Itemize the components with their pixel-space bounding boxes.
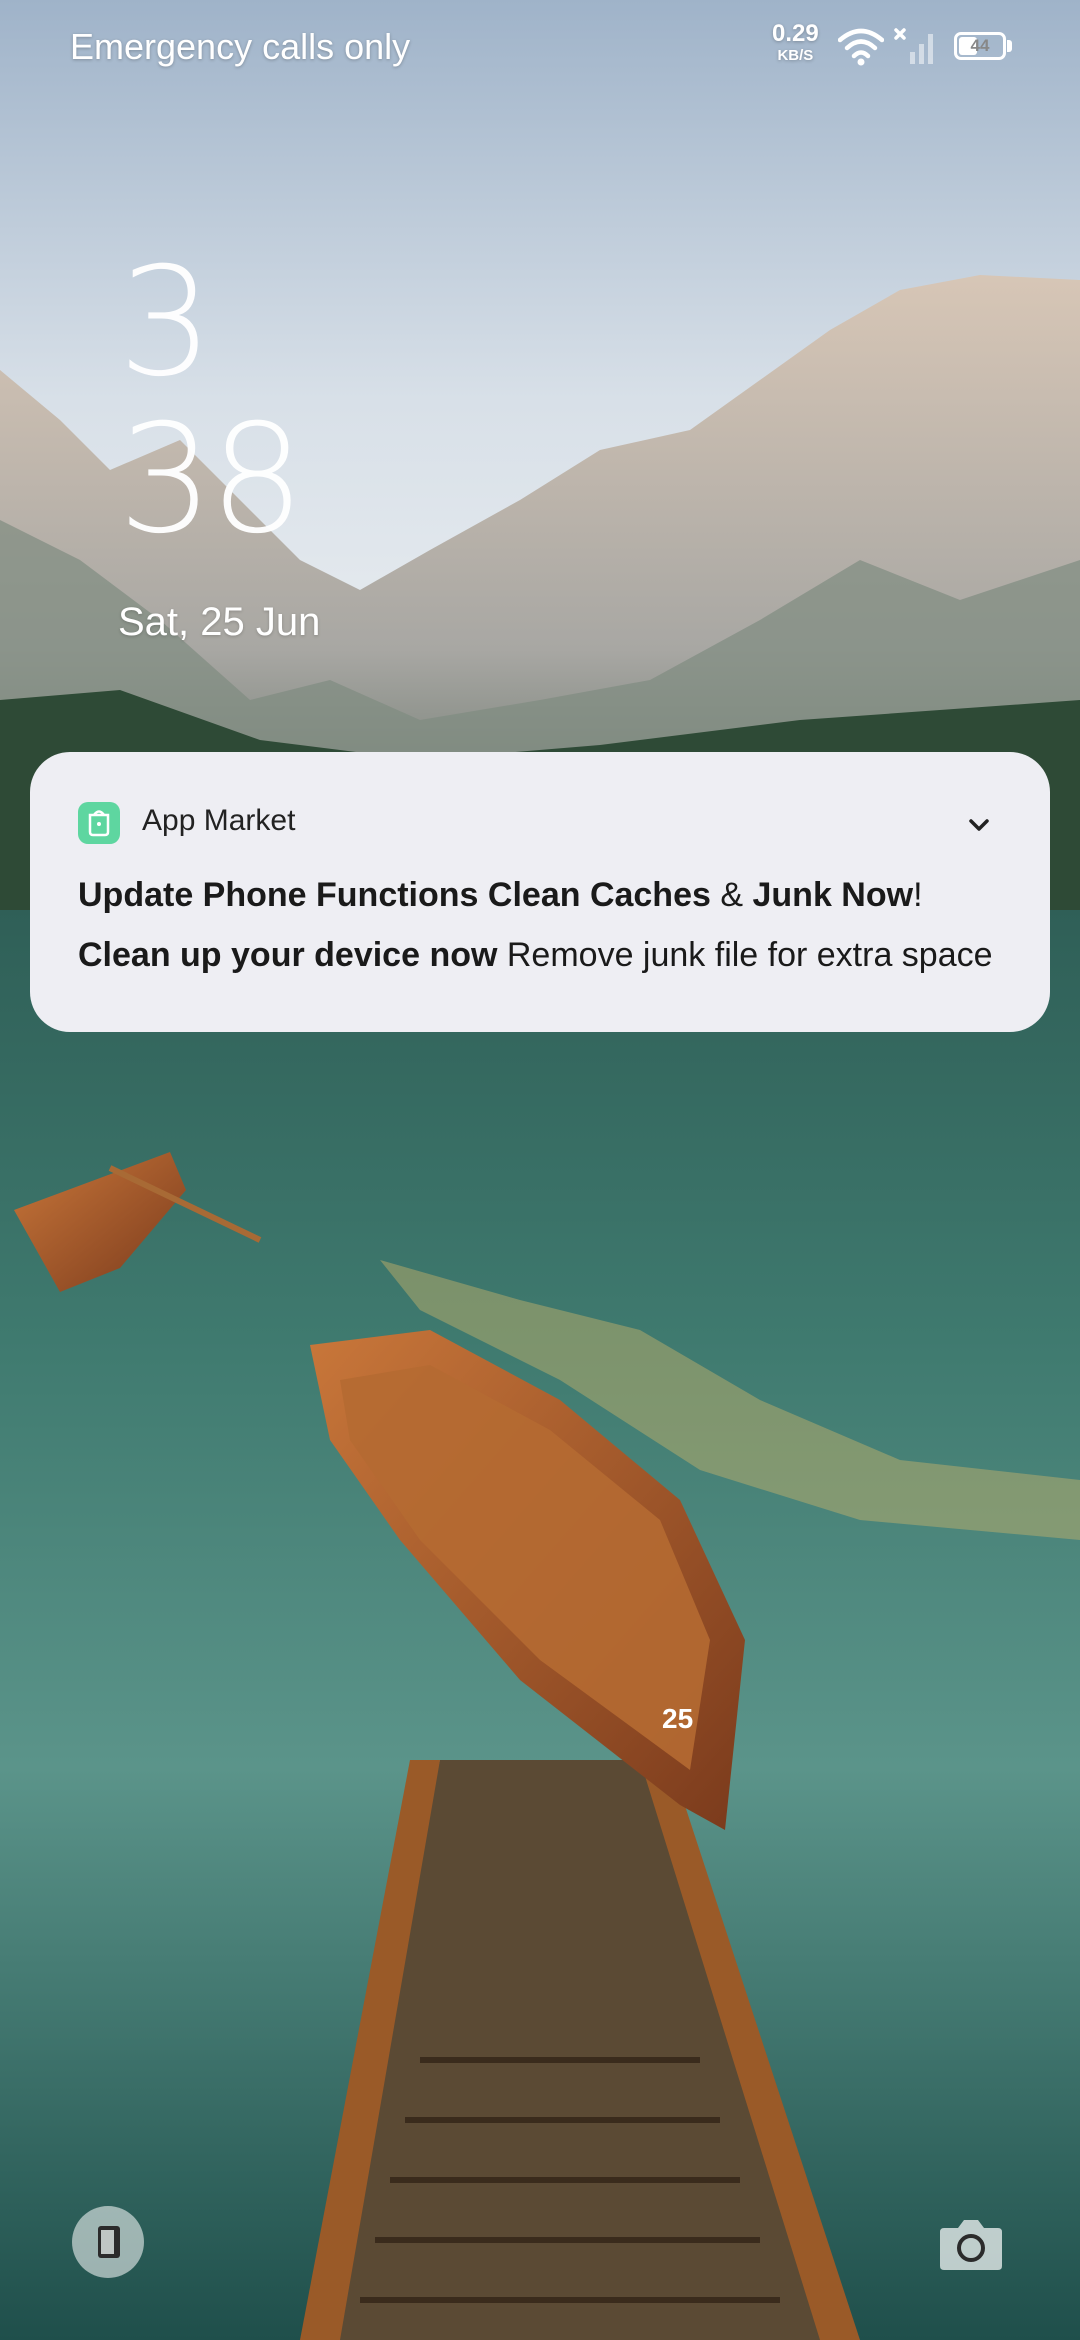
notification-title: Update Phone Functions Clean Caches & Ju…	[78, 876, 923, 915]
title-part: !	[913, 876, 923, 914]
phone-shortcut-button[interactable]	[72, 2206, 144, 2278]
no-sim-icon	[894, 28, 933, 64]
battery-tip	[1007, 40, 1012, 52]
lock-date: Sat, 25 Jun	[118, 600, 321, 644]
carrier-status: Emergency calls only	[70, 26, 411, 67]
clock-hour: 3	[118, 236, 213, 410]
wifi-icon	[838, 28, 884, 66]
chevron-down-icon[interactable]	[964, 810, 994, 840]
body-bold: Clean up your device now	[78, 936, 498, 974]
app-market-icon	[78, 802, 120, 844]
camera-icon[interactable]	[938, 2214, 1004, 2272]
body-text: Remove junk file for extra space	[506, 936, 993, 974]
title-part: Clean Caches	[487, 876, 711, 914]
title-part: Update Phone Functions	[78, 876, 479, 914]
notification-card[interactable]: App Market Update Phone Functions Clean …	[30, 752, 1050, 1032]
battery-icon: 44	[954, 32, 1006, 60]
network-speed-value: 0.29	[772, 20, 819, 47]
title-part: Junk Now	[752, 876, 914, 914]
network-speed: 0.29 KB/S	[772, 20, 819, 64]
title-part: &	[720, 876, 744, 914]
battery-level: 44	[970, 36, 990, 55]
phone-icon	[98, 2226, 120, 2258]
status-bar: Emergency calls only 0.29 KB/S 44	[0, 0, 1080, 96]
notification-app-name: App Market	[142, 804, 296, 837]
clock-minute: 38	[118, 393, 305, 567]
network-speed-unit: KB/S	[777, 47, 814, 64]
notification-body: Clean up your device now Remove junk fil…	[78, 936, 993, 975]
svg-text:25: 25	[662, 1703, 693, 1734]
